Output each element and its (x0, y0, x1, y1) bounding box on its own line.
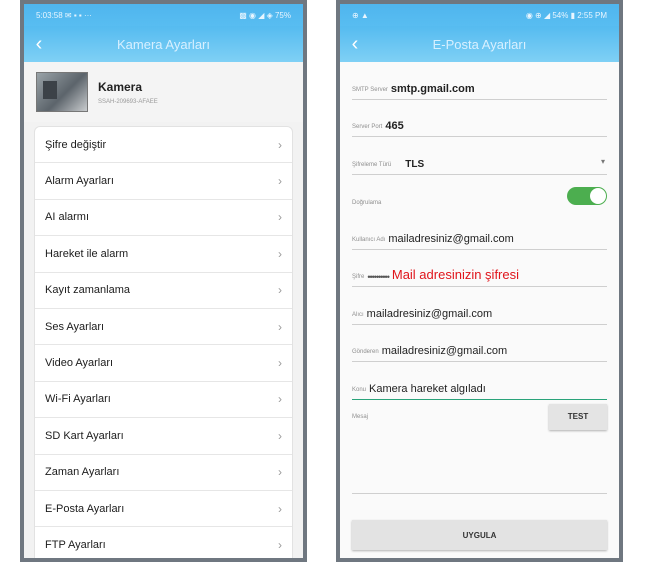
chevron-right-icon: › (278, 319, 282, 334)
encryption-value: TLS (405, 158, 425, 170)
status-bar: ⊕ ▲ ◉ ⊕ ◢ 54% ▮ 2:55 PM (340, 4, 619, 26)
menu-item-video-settings[interactable]: Video Ayarları › (35, 345, 292, 382)
password-field[interactable]: Şifre •••••••••• Mail adresinizin şifres… (352, 250, 607, 287)
menu-item-motion-alarm[interactable]: Hareket ile alarm › (35, 236, 292, 273)
message-input[interactable] (352, 436, 607, 494)
menu-item-label: E-Posta Ayarları (45, 502, 125, 515)
menu-item-alarm-settings[interactable]: Alarm Ayarları › (35, 163, 292, 200)
username-value: mailadresiniz@gmail.com (388, 232, 514, 245)
menu-item-audio-settings[interactable]: Ses Ayarları › (35, 309, 292, 346)
chevron-right-icon: › (278, 137, 282, 152)
menu-item-label: FTP Ayarları (45, 538, 106, 551)
subject-value: Kamera hareket algıladı (369, 382, 486, 395)
chevron-right-icon: › (278, 210, 282, 225)
status-bar: 5:03:58 ✉ ▪ ▪ ··· ▩ ◉ ◢ ◈ 75% (24, 4, 303, 26)
status-left: 5:03:58 ✉ ▪ ▪ ··· (36, 10, 92, 20)
left-screen: 5:03:58 ✉ ▪ ▪ ··· ▩ ◉ ◢ ◈ 75% ‹ Kamera A… (24, 4, 303, 558)
settings-menu: Şifre değiştir › Alarm Ayarları › AI alarm… (34, 126, 293, 558)
page-title: Kamera Ayarları (117, 36, 210, 52)
sender-value: mailadresiniz@gmail.com (381, 345, 508, 357)
chevron-right-icon: › (278, 356, 282, 371)
password-label: Şifre (352, 274, 365, 280)
right-screen: ⊕ ▲ ◉ ⊕ ◢ 54% ▮ 2:55 PM ‹ E-Posta Ayarla… (340, 4, 619, 558)
server-port-field[interactable]: Server Port 465 (352, 100, 607, 137)
menu-item-label: Kayıt zamanlama (45, 284, 130, 297)
menu-item-change-password[interactable]: Şifre değiştir › (35, 127, 292, 164)
right-phone-frame: ⊕ ▲ ◉ ⊕ ◢ 54% ▮ 2:55 PM ‹ E-Posta Ayarla… (336, 0, 623, 562)
menu-item-label: Zaman Ayarları (45, 466, 120, 479)
menu-item-label: Video Ayarları (45, 357, 114, 370)
smtp-server-label: SMTP Server (352, 86, 388, 93)
menu-item-label: Wi-Fi Ayarları (45, 393, 111, 406)
chevron-right-icon: › (278, 283, 282, 298)
menu-item-label: Şifre değiştir (45, 138, 107, 151)
camera-info: Kamera SSAH-209693-AFAEE (98, 80, 158, 105)
back-arrow-icon[interactable]: ‹ (340, 26, 370, 62)
encryption-select[interactable]: Şifreleme Türü TLS ▾ (352, 137, 607, 175)
status-right: ◉ ⊕ ◢ 54% ▮ 2:55 PM (525, 10, 607, 20)
username-label: Kullanıcı Adı (352, 236, 386, 243)
menu-item-email-settings[interactable]: E-Posta Ayarları › (35, 491, 292, 528)
app-bar: ‹ E-Posta Ayarları (340, 26, 619, 62)
authentication-label: Doğrulama (352, 200, 382, 206)
recipient-label: Alıcı (352, 311, 364, 318)
status-left: ⊕ ▲ (352, 10, 369, 20)
menu-item-label: SD Kart Ayarları (45, 429, 124, 442)
chevron-right-icon: › (278, 537, 282, 552)
subject-field[interactable]: Konu Kamera hareket algıladı (352, 362, 607, 400)
subject-label: Konu (352, 386, 367, 393)
password-masked-value: •••••••••• (367, 272, 389, 282)
test-button[interactable]: TEST (549, 403, 607, 430)
server-port-label: Server Port (352, 124, 383, 130)
recipient-field[interactable]: Alıcı mailadresiniz@gmail.com (352, 287, 607, 325)
menu-item-time-settings[interactable]: Zaman Ayarları › (35, 455, 292, 491)
menu-item-sd-card-settings[interactable]: SD Kart Ayarları › (35, 418, 292, 455)
chevron-right-icon: › (278, 465, 282, 480)
recipient-value: mailadresiniz@gmail.com (366, 307, 493, 320)
back-arrow-icon[interactable]: ‹ (24, 26, 54, 62)
status-right: ▩ ◉ ◢ ◈ 75% (239, 10, 291, 20)
app-bar: ‹ Kamera Ayarları (24, 26, 303, 62)
authentication-row: Doğrulama (352, 175, 607, 213)
camera-id: SSAH-209693-AFAEE (98, 98, 158, 105)
menu-item-ai-alarm[interactable]: AI alarmı › (35, 200, 292, 237)
email-settings-form: SMTP Server smtp.gmail.com Server Port 4… (340, 62, 619, 558)
username-field[interactable]: Kullanıcı Adı mailadresiniz@gmail.com (352, 212, 607, 250)
message-label: Mesaj (352, 413, 369, 420)
chevron-right-icon: › (278, 174, 282, 189)
menu-item-label: Alarm Ayarları (45, 175, 114, 188)
server-port-value: 465 (385, 120, 404, 132)
camera-name: Kamera (98, 79, 143, 94)
sender-label: Gönderen (352, 349, 379, 355)
chevron-right-icon: › (278, 428, 282, 443)
camera-thumbnail (36, 72, 88, 112)
camera-settings-body: Kamera SSAH-209693-AFAEE Şifre değiştir ›… (24, 62, 303, 558)
left-phone-frame: 5:03:58 ✉ ▪ ▪ ··· ▩ ◉ ◢ ◈ 75% ‹ Kamera A… (20, 0, 307, 562)
smtp-server-field[interactable]: SMTP Server smtp.gmail.com (352, 62, 607, 100)
menu-item-ftp-settings[interactable]: FTP Ayarları › (35, 527, 292, 558)
chevron-right-icon: › (278, 246, 282, 261)
smtp-server-value: smtp.gmail.com (390, 82, 475, 95)
message-row: Mesaj TEST (352, 400, 607, 436)
page-title: E-Posta Ayarları (432, 36, 527, 52)
chevron-right-icon: › (278, 501, 282, 516)
menu-item-label: AI alarmı (45, 211, 90, 224)
camera-card[interactable]: Kamera SSAH-209693-AFAEE (24, 62, 303, 122)
encryption-label: Şifreleme Türü (352, 161, 392, 168)
chevron-right-icon: › (278, 392, 282, 407)
menu-item-record-schedule[interactable]: Kayıt zamanlama › (35, 273, 292, 309)
authentication-toggle[interactable] (567, 187, 607, 205)
dropdown-arrow-icon: ▾ (600, 156, 605, 166)
menu-item-label: Ses Ayarları (45, 320, 105, 333)
menu-item-label: Hareket ile alarm (45, 247, 129, 260)
password-annotation: Mail adresinizin şifresi (391, 267, 520, 282)
menu-item-wifi-settings[interactable]: Wi-Fi Ayarları › (35, 382, 292, 419)
apply-button[interactable]: UYGULA (352, 520, 607, 550)
sender-field[interactable]: Gönderen mailadresiniz@gmail.com (352, 325, 607, 362)
